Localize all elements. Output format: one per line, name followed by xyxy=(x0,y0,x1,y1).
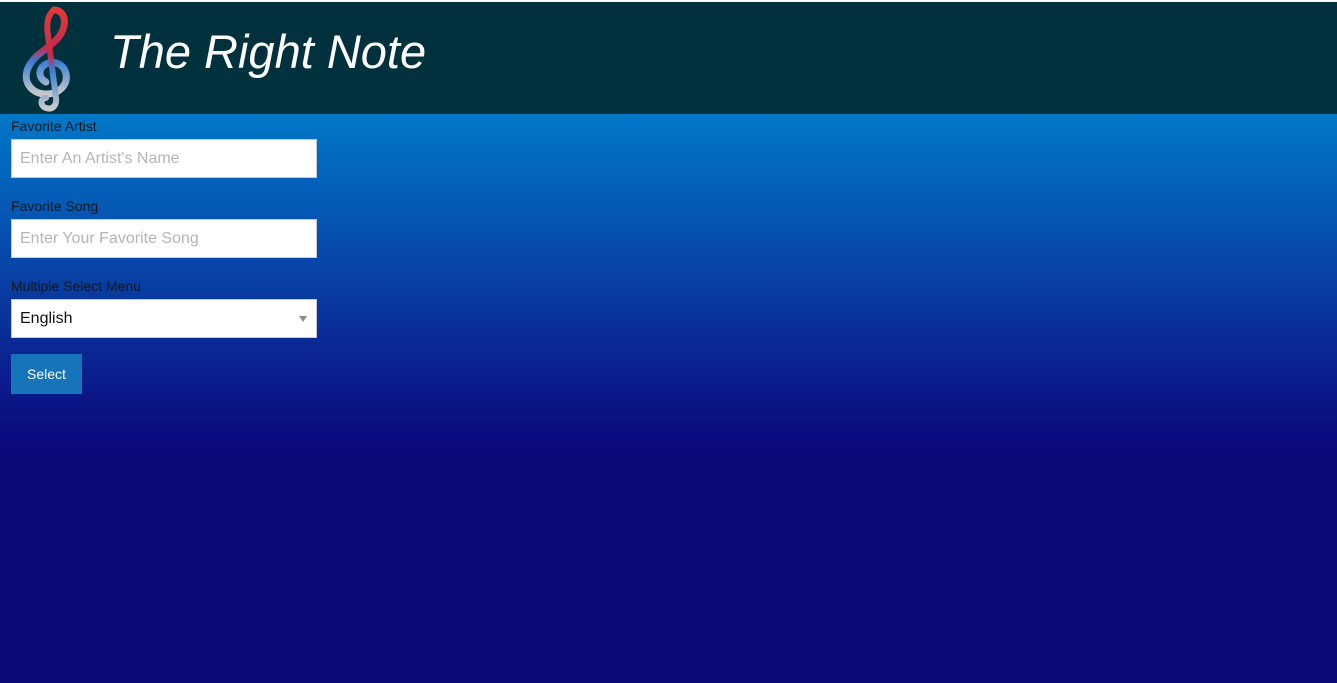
favorite-song-label: Favorite Song xyxy=(11,198,99,214)
app-header: The Right Note xyxy=(0,0,1337,114)
app-title: The Right Note xyxy=(110,25,427,78)
favorite-song-input[interactable] xyxy=(11,219,317,258)
select-button[interactable]: Select xyxy=(11,354,82,394)
language-select-value: English xyxy=(20,310,73,327)
language-select[interactable]: English xyxy=(11,299,317,338)
treble-clef-icon xyxy=(22,6,70,112)
multiple-select-menu-label: Multiple Select Menu xyxy=(11,278,141,294)
chevron-down-icon xyxy=(299,316,307,322)
favorite-artist-label: Favorite Artist xyxy=(11,118,97,134)
favorite-artist-input[interactable] xyxy=(11,139,317,178)
